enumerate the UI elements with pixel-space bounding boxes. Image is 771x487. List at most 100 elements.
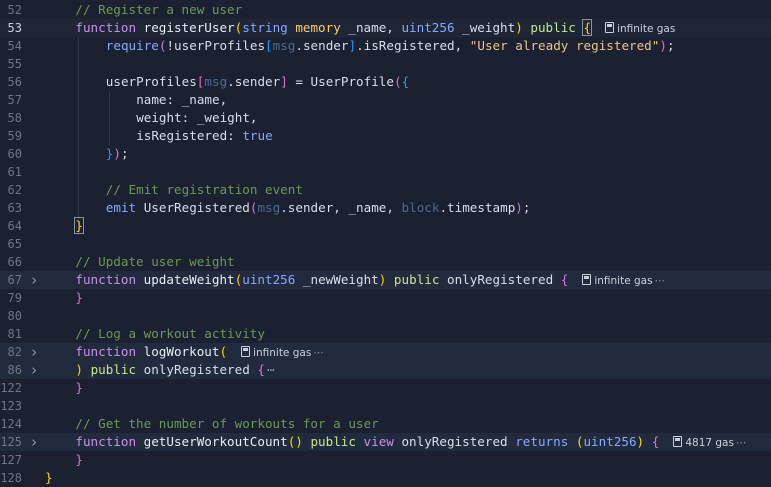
- code-token: function: [75, 20, 144, 35]
- line-number: 61: [7, 165, 22, 179]
- code-token: }: [45, 470, 53, 485]
- code-token: = UserProfile: [287, 74, 394, 89]
- code-token: onlyRegistered: [401, 434, 516, 449]
- code-token: require: [105, 38, 159, 53]
- line-number: 122: [0, 381, 22, 395]
- code-line[interactable]: 62 // Emit registration event: [0, 181, 771, 199]
- code-line[interactable]: 124 // Get the number of workouts for a u…: [0, 415, 771, 433]
- code-line[interactable]: 82 › function logWorkout(infinite gas ⋯: [0, 343, 771, 361]
- code-token: ): [659, 38, 667, 53]
- code-token: ]: [348, 38, 357, 53]
- code-line[interactable]: 55: [0, 55, 771, 73]
- code-line[interactable]: 67 › function updateWeight(uint256 _newWei…: [0, 271, 771, 289]
- fold-chevron-icon[interactable]: ›: [28, 361, 40, 379]
- code-line[interactable]: 56 userProfiles[msg.sender] = UserProfile…: [0, 73, 771, 91]
- code-token: getUserWorkoutCount: [143, 434, 288, 449]
- code-line[interactable]: 59 isRegistered: true: [0, 127, 771, 145]
- code-token: uint256: [242, 272, 303, 287]
- gas-estimate-lens[interactable]: infinite gas ⋯: [582, 274, 666, 287]
- code-token: public: [302, 434, 364, 449]
- code-token: emit: [105, 200, 144, 215]
- more-ellipsis-icon[interactable]: ⋯: [736, 437, 747, 449]
- code-text: ) public onlyRegistered {⋯: [75, 361, 274, 379]
- code-token: registerUser: [143, 20, 235, 35]
- code-token: function: [75, 272, 144, 287]
- code-line[interactable]: 54 require(!userProfiles[msg.sender].isRe…: [0, 37, 771, 55]
- code-text: // Get the number of workouts for a user: [75, 415, 378, 433]
- code-token: returns: [515, 434, 576, 449]
- line-number: 79: [7, 291, 22, 305]
- code-text: function registerUser(string memory _nam…: [75, 19, 675, 38]
- code-editor[interactable]: 52 // Register a new user 53 function regis…: [0, 0, 771, 487]
- code-token: string: [242, 20, 296, 35]
- code-token: name: _name,: [136, 92, 228, 107]
- code-line[interactable]: 53 function registerUser(string memory _n…: [0, 19, 771, 37]
- code-token: view: [363, 434, 402, 449]
- code-line[interactable]: 81 // Log a workout activity: [0, 325, 771, 343]
- code-line[interactable]: 58 weight: _weight,: [0, 109, 771, 127]
- line-number: 123: [0, 399, 22, 413]
- code-text: // Emit registration event: [106, 181, 303, 199]
- code-token: function: [75, 434, 144, 449]
- line-number: 60: [7, 147, 22, 161]
- code-line[interactable]: 57 name: _name,: [0, 91, 771, 109]
- code-token: {: [560, 272, 569, 287]
- gas-pump-icon: [582, 274, 592, 285]
- code-line[interactable]: 80: [0, 307, 771, 325]
- code-line[interactable]: 127}: [0, 451, 771, 469]
- code-text: function updateWeight(uint256 _newWeight…: [75, 271, 665, 290]
- code-token: .sender: [295, 38, 349, 53]
- gas-estimate-text: infinite gas: [594, 275, 653, 287]
- line-number: 80: [7, 309, 22, 323]
- code-line[interactable]: 122}: [0, 379, 771, 397]
- code-line[interactable]: 128}: [0, 469, 771, 487]
- code-line[interactable]: 61: [0, 163, 771, 181]
- code-token: UserRegistered: [143, 200, 250, 215]
- gas-estimate-lens[interactable]: infinite gas: [605, 22, 675, 35]
- code-token: msg: [257, 200, 281, 215]
- fold-chevron-icon[interactable]: ›: [28, 343, 40, 361]
- code-token: "User already registered": [469, 38, 660, 53]
- code-token: ): [113, 146, 121, 161]
- code-token: uint256: [583, 434, 637, 449]
- code-text: // Update user weight: [75, 253, 234, 271]
- code-token: {: [257, 362, 265, 377]
- code-token: (: [219, 344, 228, 359]
- code-line[interactable]: 86 ›) public onlyRegistered {⋯: [0, 361, 771, 379]
- more-ellipsis-icon[interactable]: ⋯: [313, 347, 324, 359]
- code-text: }: [45, 469, 53, 487]
- code-token: memory: [295, 20, 349, 35]
- code-line[interactable]: 63 emit UserRegistered(msg.sender, _name,…: [0, 199, 771, 217]
- code-line[interactable]: 60});: [0, 145, 771, 163]
- code-line[interactable]: 65: [0, 235, 771, 253]
- code-line[interactable]: 123: [0, 397, 771, 415]
- more-ellipsis-icon[interactable]: ⋯: [655, 275, 666, 287]
- code-token: ): [75, 362, 83, 377]
- code-token: .sender: [227, 74, 281, 89]
- code-token: public: [82, 362, 144, 377]
- code-text: name: _name,: [136, 91, 227, 109]
- code-text: userProfiles[msg.sender] = UserProfile({: [106, 73, 409, 91]
- line-number: 63: [7, 201, 22, 215]
- gas-estimate-lens[interactable]: infinite gas ⋯: [241, 346, 324, 359]
- code-token: {: [401, 74, 410, 89]
- line-number: 52: [7, 3, 22, 17]
- code-token: .isRegistered,: [356, 38, 470, 53]
- code-token: ;: [522, 200, 531, 215]
- fold-chevron-icon[interactable]: ›: [28, 433, 40, 451]
- code-line[interactable]: 79}: [0, 289, 771, 307]
- fold-chevron-icon[interactable]: ›: [28, 271, 40, 289]
- code-token: updateWeight: [143, 272, 235, 287]
- code-line[interactable]: 125 › function getUserWorkoutCount() publi…: [0, 433, 771, 451]
- line-number: 54: [7, 39, 22, 53]
- code-token: }: [75, 380, 83, 395]
- gas-estimate-text: infinite gas: [253, 347, 312, 359]
- gas-estimate-text: 4817 gas: [685, 437, 734, 449]
- gas-estimate-lens[interactable]: 4817 gas ⋯: [673, 436, 747, 449]
- line-number: 53: [7, 21, 22, 35]
- code-line[interactable]: 64}: [0, 217, 771, 235]
- code-text: weight: _weight,: [136, 109, 257, 127]
- code-line[interactable]: 66 // Update user weight: [0, 253, 771, 271]
- code-token: {: [651, 434, 660, 449]
- code-line[interactable]: 52 // Register a new user: [0, 1, 771, 19]
